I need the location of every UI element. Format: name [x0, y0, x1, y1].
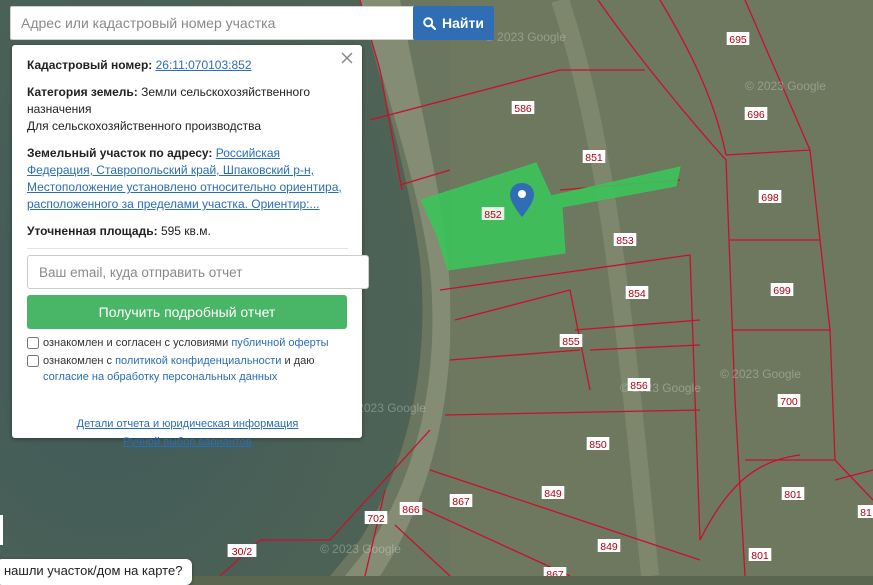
cadastral-label: Кадастровый номер: [27, 58, 153, 72]
area-row: Уточненная площадь: 595 кв.м. [27, 223, 348, 240]
parcel-label-852: 852 [484, 209, 502, 221]
address-row: Земельный участок по адресу: Российская … [27, 145, 348, 213]
parcel-label-696: 696 [747, 109, 765, 121]
parcel-label-801: 801 [784, 489, 802, 501]
parcel-label-586: 586 [514, 103, 532, 115]
parcel-label-849: 849 [600, 541, 618, 553]
parcel-info-panel: Кадастровый номер: 26:11:070103:852 Кате… [12, 45, 369, 448]
parcel-label-851: 851 [585, 152, 603, 164]
parcel-label-801: 801 [751, 550, 769, 562]
parcel-label-850: 850 [589, 439, 607, 451]
category-label: Категория земель: [27, 85, 138, 99]
report-details-link[interactable]: Детали отчета и юридическая информация [77, 418, 299, 430]
parcel-label-867: 867 [452, 496, 470, 508]
consent-privacy-text: ознакомлен с политикой конфиденциальност… [43, 355, 315, 383]
parcel-label-699: 699 [773, 285, 791, 297]
watermark-6: © 2023 Google [320, 542, 401, 556]
parcel-label-854: 854 [628, 288, 646, 300]
feedback-bubble[interactable]: нашли участок/дом на карте? [0, 559, 193, 585]
consent-privacy-checkbox-row[interactable]: ознакомлен с политикой конфиденциальност… [27, 353, 348, 385]
cadastral-number-link[interactable]: 26:11:070103:852 [156, 58, 252, 72]
parcel-label-849: 849 [544, 488, 562, 500]
watermark-2: © 2023 Google [745, 79, 826, 93]
watermark-3: © 2023 Google [720, 367, 801, 381]
side-tab[interactable] [0, 515, 3, 545]
get-report-button[interactable]: Получить подробный отчет [27, 295, 347, 329]
area-value: 595 кв.м. [160, 224, 211, 238]
watermark-1: © 2023 Google [485, 30, 566, 44]
parcel-label-698: 698 [761, 192, 779, 204]
parcel-label-81: 81 [860, 507, 872, 519]
parcel-label-867: 867 [546, 569, 564, 576]
search-icon [423, 16, 437, 30]
consent-offer-text: ознакомлен и согласен с условиями публич… [43, 337, 329, 349]
search-input[interactable] [10, 6, 416, 40]
address-label: Земельный участок по адресу: [27, 146, 213, 160]
search-button[interactable]: Найти [413, 6, 494, 40]
parcel-label-695: 695 [729, 34, 747, 46]
category-row: Категория земель: Земли сельскохозяйстве… [27, 84, 348, 135]
area-label: Уточненная площадь: [27, 224, 158, 238]
cadastral-row: Кадастровый номер: 26:11:070103:852 [27, 57, 348, 74]
privacy-policy-link[interactable]: политикой конфиденциальности [115, 355, 281, 367]
search-button-label: Найти [442, 15, 484, 31]
consent-offer-checkbox[interactable] [27, 337, 39, 349]
parcel-label-866: 866 [402, 504, 420, 516]
usage-value: Для сельскохозяйственного производства [27, 119, 262, 133]
parcel-label-853: 853 [616, 235, 634, 247]
close-icon[interactable] [340, 51, 354, 65]
bottom-links: Детали отчета и юридическая информация Р… [27, 415, 348, 451]
parcel-label-700: 700 [780, 396, 798, 408]
divider [27, 248, 348, 249]
parcel-label-856: 856 [630, 380, 648, 392]
parcel-label-855: 855 [562, 336, 580, 348]
consent-offer-checkbox-row[interactable]: ознакомлен и согласен с условиями публич… [27, 335, 348, 351]
parcel-label-30-2: 30/2 [232, 546, 253, 558]
public-offer-link[interactable]: публичной оферты [231, 337, 328, 349]
email-field[interactable] [27, 255, 369, 289]
parcel-label-702: 702 [367, 513, 385, 525]
data-processing-consent-link[interactable]: согласие на обработку персональных данны… [43, 371, 277, 383]
consent-privacy-checkbox[interactable] [27, 355, 39, 367]
manual-selection-link[interactable]: Ручной выбор вариантов [123, 436, 251, 448]
